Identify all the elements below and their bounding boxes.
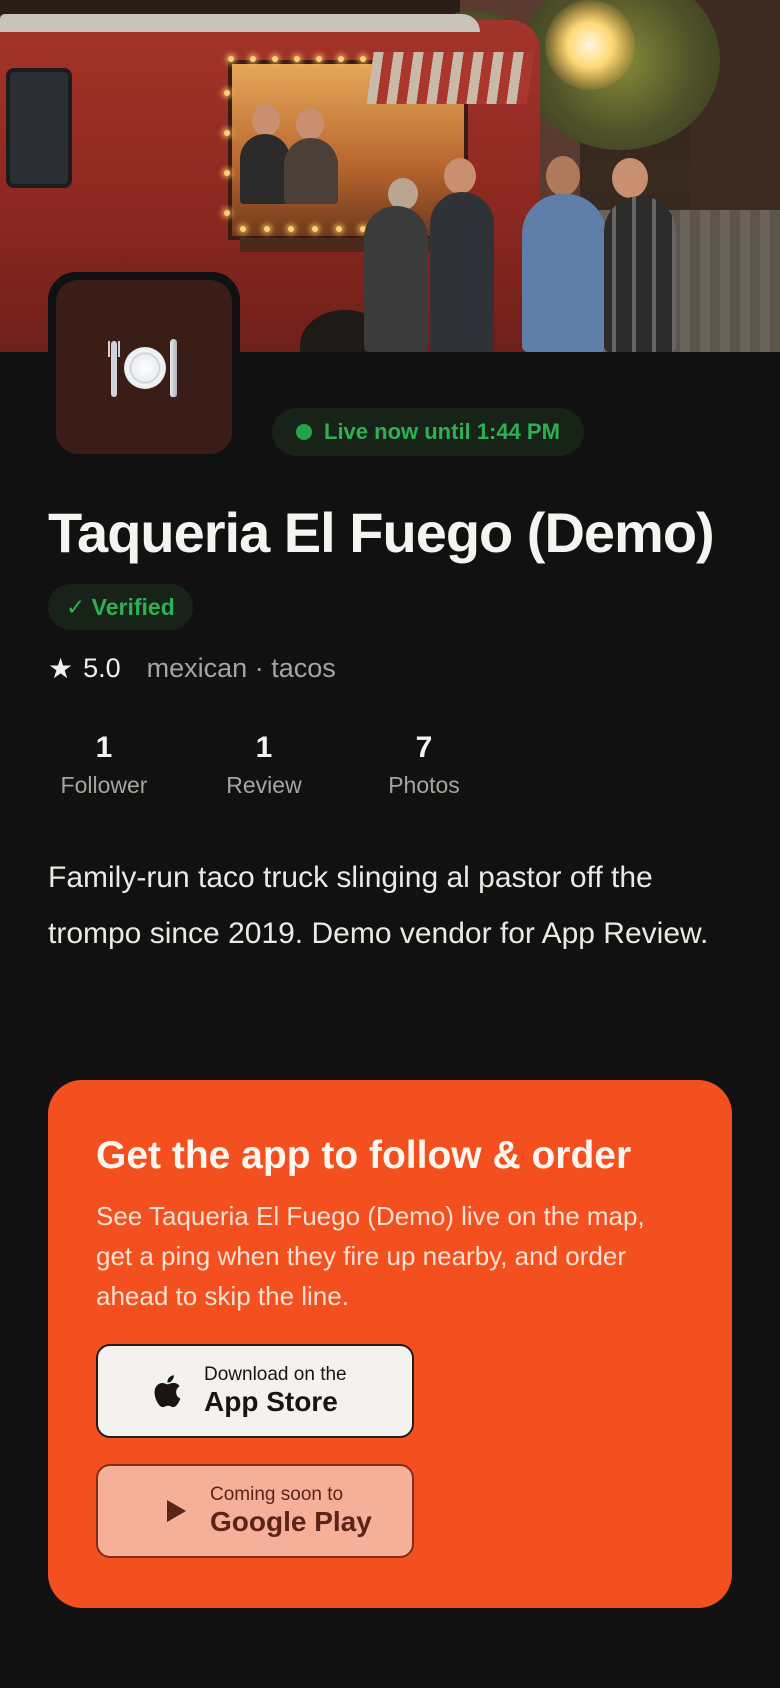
vendor-bio: Family-run taco truck slinging al pastor… (48, 861, 709, 950)
stat-label: Review (226, 772, 302, 798)
stat-value: 7 (415, 731, 433, 764)
stat-followers[interactable]: 1 Follower (34, 728, 174, 799)
stat-reviews[interactable]: 1 Review (194, 728, 334, 799)
cta-description: See Taqueria El Fuego (Demo) live on the… (96, 1201, 645, 1311)
google-play-small-label: Coming soon to (210, 1484, 344, 1505)
live-dot-icon (296, 424, 312, 440)
stat-value: 1 (95, 731, 113, 764)
vendor-avatar (48, 272, 240, 462)
rating-value: 5.0 (83, 652, 121, 683)
app-store-small-label: Download on the (204, 1364, 347, 1385)
vendor-stats: 1 Follower 1 Review 7 Photos (0, 728, 780, 808)
verified-badge: ✓ Verified (48, 584, 193, 630)
vendor-meta: ★ 5.0 mexican · tacos (48, 650, 336, 686)
live-status-badge: Live now until 1:44 PM (272, 408, 584, 456)
play-icon (156, 1499, 196, 1523)
cuisine-tags: mexican · tacos (146, 652, 336, 683)
get-app-card: Get the app to follow & order See Taquer… (48, 1080, 732, 1608)
cta-title: Get the app to follow & order (96, 1134, 632, 1177)
app-store-button[interactable]: Download on the App Store (96, 1344, 414, 1438)
star-icon: ★ (48, 652, 74, 684)
vendor-name: Taqueria El Fuego (Demo) (48, 501, 715, 564)
stat-label: Follower (60, 772, 148, 798)
live-status-text: Live now until 1:44 PM (324, 419, 560, 444)
plate-with-cutlery-icon (107, 337, 181, 397)
google-play-button[interactable]: Coming soon to Google Play (96, 1464, 414, 1558)
stat-label: Photos (388, 772, 460, 798)
apple-icon (146, 1372, 186, 1410)
stat-photos[interactable]: 7 Photos (354, 728, 494, 799)
stat-value: 1 (255, 731, 273, 764)
app-store-label: App Store (204, 1386, 338, 1417)
google-play-label: Google Play (210, 1506, 372, 1537)
